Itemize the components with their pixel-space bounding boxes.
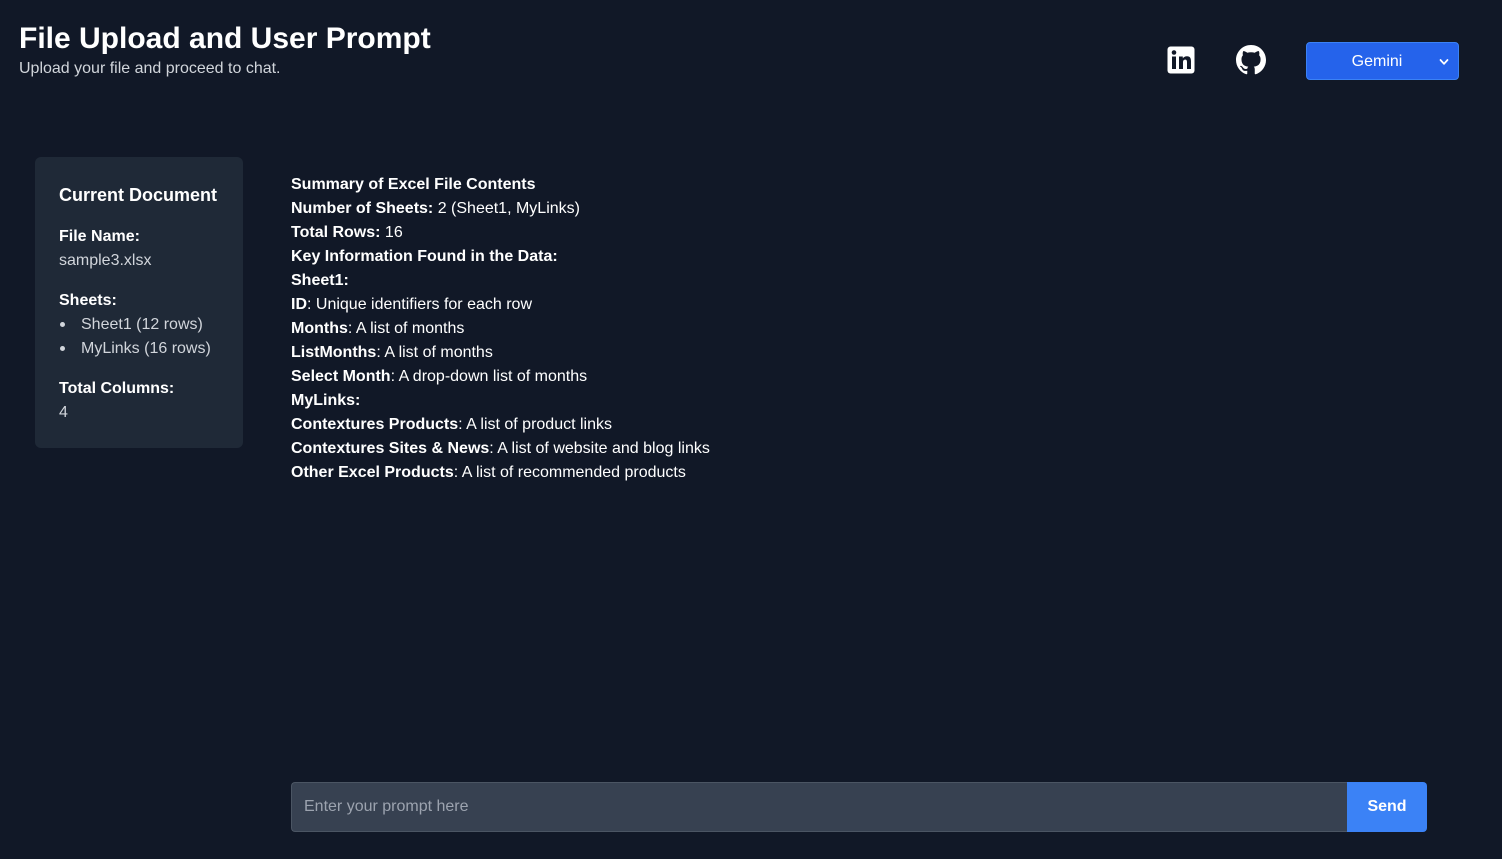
summary-line-key: Key Information Found in the Data:: [291, 248, 558, 265]
summary-line-text: 16: [380, 224, 403, 241]
sheets-label: Sheets:: [59, 292, 117, 309]
sheet-item: Sheet1 (12 rows): [81, 316, 203, 333]
summary-line-text: : A drop-down list of months: [390, 368, 588, 385]
summary-line-text: : A list of recommended products: [453, 464, 686, 481]
linkedin-icon[interactable]: [1166, 45, 1196, 75]
document-card-title: Current Document: [59, 185, 218, 205]
summary-line-key: Contextures Products: [291, 416, 459, 433]
summary-line-key: Select Month: [291, 368, 391, 385]
summary-line-text: : A list of product links: [458, 416, 612, 433]
prompt-input[interactable]: [291, 782, 1348, 832]
summary-line: Other Excel Products: A list of recommen…: [291, 461, 710, 485]
summary-line-key: Summary of Excel File Contents: [291, 176, 536, 193]
summary-line-key: Months: [291, 320, 348, 337]
summary-line-key: Number of Sheets:: [291, 200, 434, 217]
summary-line-key: Sheet1:: [291, 272, 349, 289]
list-bullet: [60, 322, 65, 327]
send-button[interactable]: Send: [1347, 782, 1427, 832]
summary-line-text: : A list of months: [376, 344, 493, 361]
summary-line: Contextures Sites & News: A list of webs…: [291, 437, 710, 461]
sheet-item: MyLinks (16 rows): [81, 340, 211, 357]
page-title: File Upload and User Prompt: [19, 22, 431, 55]
summary-line-key: ListMonths: [291, 344, 377, 361]
summary-line: Select Month: A drop-down list of months: [291, 365, 710, 389]
summary-line: Key Information Found in the Data:: [291, 245, 710, 269]
summary-line: ID: Unique identifiers for each row: [291, 293, 710, 317]
total-columns-value: 4: [59, 404, 68, 421]
summary-line-key: Other Excel Products: [291, 464, 454, 481]
model-select-value: Gemini: [1351, 53, 1403, 70]
summary-line: Sheet1:: [291, 269, 710, 293]
summary-line-text: : Unique identifiers for each row: [307, 296, 532, 313]
model-select[interactable]: Gemini: [1306, 42, 1459, 80]
summary-line: MyLinks:: [291, 389, 710, 413]
list-bullet: [60, 346, 65, 351]
summary-line: Summary of Excel File Contents: [291, 173, 710, 197]
summary-line-text: 2 (Sheet1, MyLinks): [433, 200, 580, 217]
page-subtitle: Upload your file and proceed to chat.: [19, 60, 281, 77]
summary-line: Contextures Products: A list of product …: [291, 413, 710, 437]
chevron-down-icon: [1439, 59, 1449, 65]
summary-line-key: Contextures Sites & News: [291, 440, 490, 457]
summary-line: Number of Sheets: 2 (Sheet1, MyLinks): [291, 197, 710, 221]
summary-line-key: MyLinks:: [291, 392, 361, 409]
github-icon[interactable]: [1236, 45, 1266, 75]
summary-line-text: : A list of months: [347, 320, 465, 337]
summary-line: Total Rows: 16: [291, 221, 710, 245]
summary-line-text: : A list of website and blog links: [489, 440, 710, 457]
chat-response: Summary of Excel File Contents Number of…: [291, 173, 710, 485]
summary-line: ListMonths: A list of months: [291, 341, 710, 365]
file-name-value: sample3.xlsx: [59, 252, 152, 269]
summary-line-key: ID: [291, 296, 307, 313]
file-name-label: File Name:: [59, 228, 140, 245]
total-columns-label: Total Columns:: [59, 380, 175, 397]
summary-line-key: Total Rows:: [291, 224, 381, 241]
summary-line: Months: A list of months: [291, 317, 710, 341]
